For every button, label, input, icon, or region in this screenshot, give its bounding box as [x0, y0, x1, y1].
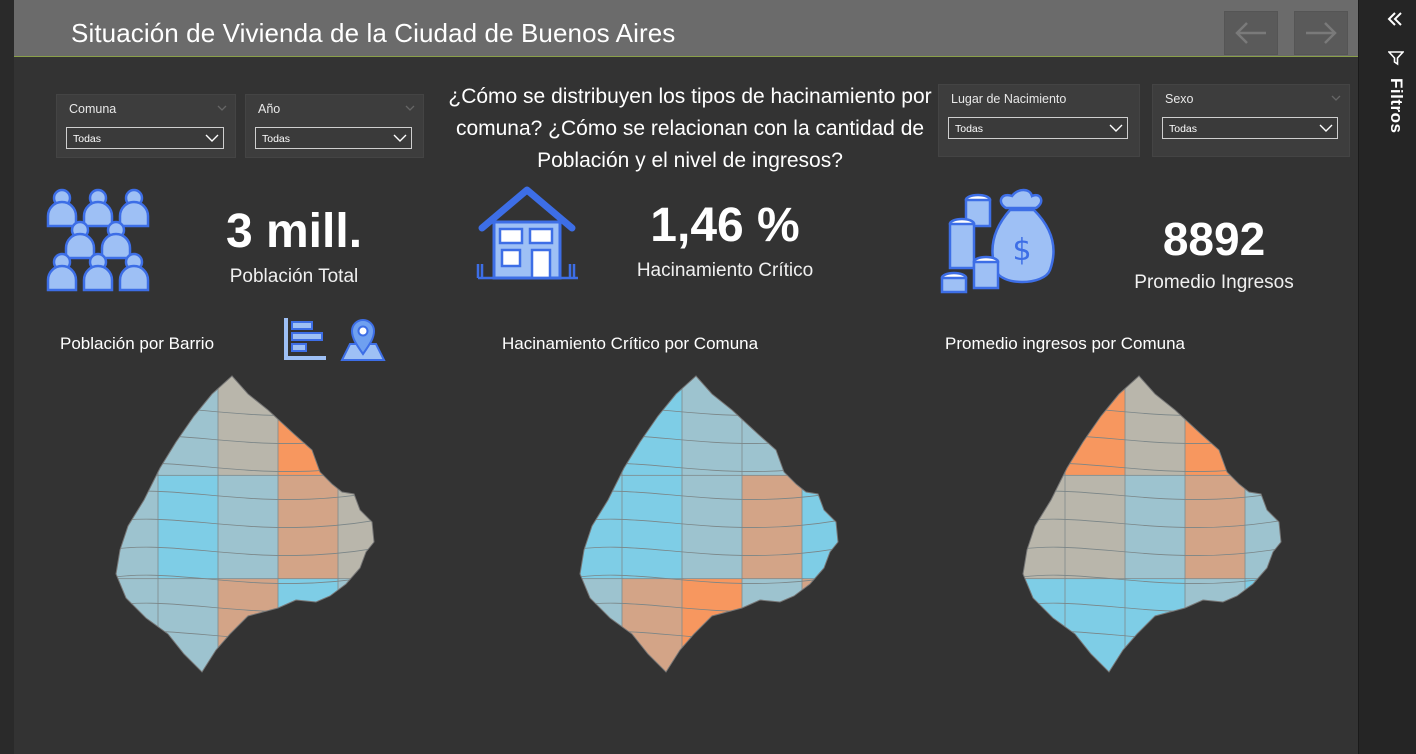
report-page: Situación de Vivienda de la Ciudad de Bu… — [0, 0, 1416, 754]
hacinamiento-map-title: Hacinamiento Crítico por Comuna — [502, 334, 759, 353]
house-icon — [476, 186, 578, 280]
comuna-dropdown-value: Todas — [73, 133, 102, 145]
forward-button[interactable] — [1294, 11, 1348, 55]
people-group-icon — [46, 188, 150, 292]
chevron-down-icon — [1319, 124, 1333, 132]
title-bar: Situación de Vivienda de la Ciudad de Bu… — [14, 0, 1358, 57]
map-region[interactable] — [337, 578, 398, 682]
ingresos-kpi-label: Promedio Ingresos — [1134, 272, 1294, 293]
map-boundary — [116, 627, 374, 640]
map-region[interactable] — [562, 372, 624, 477]
chevron-down-icon — [1331, 95, 1341, 101]
report-question: ¿Cómo se distribuyen los tipos de hacina… — [448, 85, 932, 172]
map-region[interactable] — [1244, 474, 1305, 581]
svg-text:$: $ — [1012, 233, 1031, 268]
map-region[interactable] — [621, 578, 684, 682]
poblacion-kpi-value: 3 mill. — [225, 205, 363, 258]
poblacion-barrio-map[interactable] — [98, 372, 398, 682]
map-region[interactable] — [1244, 372, 1305, 477]
map-region[interactable] — [217, 578, 280, 682]
hacinamiento-kpi-label: Hacinamiento Crítico — [636, 260, 814, 281]
comuna-slicer[interactable]: Comuna Todas — [56, 94, 236, 158]
map-region[interactable] — [1184, 372, 1247, 477]
map-region[interactable] — [98, 578, 160, 682]
ingresos-map-title: Promedio ingresos por Comuna — [945, 334, 1186, 353]
map-region[interactable] — [337, 474, 398, 581]
anio-dropdown[interactable]: Todas — [255, 127, 412, 149]
funnel-icon — [1388, 51, 1404, 66]
ingresos-comuna-map[interactable] — [1005, 372, 1305, 682]
chevron-down-icon — [405, 105, 415, 111]
map-region[interactable] — [217, 372, 280, 477]
sexo-slicer[interactable]: Sexo Todas — [1152, 84, 1350, 157]
map-region[interactable] — [1005, 578, 1067, 682]
chevron-down-icon — [217, 105, 227, 111]
arrow-right-icon — [1306, 22, 1337, 44]
bar-chart-icon[interactable] — [282, 316, 328, 362]
map-region[interactable] — [1064, 474, 1127, 581]
map-boundary — [1023, 627, 1281, 640]
sexo-slicer-label: Sexo — [1165, 92, 1194, 106]
chevron-down-icon — [393, 134, 407, 142]
map-region[interactable] — [277, 372, 340, 477]
map-region[interactable] — [1124, 578, 1187, 682]
map-region[interactable] — [801, 474, 862, 581]
anio-dropdown-value: Todas — [262, 133, 291, 145]
comuna-dropdown[interactable]: Todas — [66, 127, 224, 149]
map-region[interactable] — [681, 578, 744, 682]
map-region[interactable] — [562, 578, 624, 682]
map-region[interactable] — [98, 372, 160, 477]
map-region[interactable] — [157, 578, 220, 682]
lugar-nacimiento-slicer-label: Lugar de Nacimiento — [951, 92, 1067, 106]
double-chevron-left-icon[interactable] — [1385, 9, 1405, 29]
lugar-nacimiento-slicer[interactable]: Lugar de Nacimiento Todas — [938, 84, 1140, 157]
back-button[interactable] — [1224, 11, 1278, 55]
page-title: Situación de Vivienda de la Ciudad de Bu… — [71, 18, 676, 48]
sexo-dropdown-value: Todas — [1169, 123, 1198, 135]
map-region[interactable] — [1064, 578, 1127, 682]
anio-slicer-label: Año — [258, 102, 281, 116]
money-bag-icon: $ — [940, 188, 1055, 294]
map-region[interactable] — [277, 578, 340, 682]
chevron-down-icon — [205, 134, 219, 142]
map-region[interactable] — [741, 372, 804, 477]
sexo-dropdown[interactable]: Todas — [1162, 117, 1338, 139]
map-pin-icon[interactable] — [340, 316, 386, 362]
arrow-left-icon — [1235, 22, 1266, 44]
chevron-down-icon — [1109, 124, 1123, 132]
poblacion-kpi-label: Población Total — [229, 266, 359, 287]
hacinamiento-kpi-value: 1,46 % — [650, 199, 800, 252]
map-region[interactable] — [741, 578, 804, 682]
lugar-nacimiento-dropdown-value: Todas — [955, 123, 984, 135]
ingresos-kpi-value: 8892 — [1162, 213, 1266, 265]
map-region[interactable] — [1244, 578, 1305, 682]
map-region[interactable] — [801, 578, 862, 682]
filters-pane-label[interactable]: Filtros — [1386, 78, 1406, 133]
left-rail — [0, 0, 14, 754]
map-region[interactable] — [1005, 372, 1067, 477]
map-boundary — [580, 627, 838, 640]
poblacion-map-title: Población por Barrio — [60, 334, 215, 353]
hacinamiento-comuna-map[interactable] — [562, 372, 862, 682]
map-region[interactable] — [1124, 372, 1187, 477]
map-region[interactable] — [337, 372, 398, 477]
map-region[interactable] — [681, 372, 744, 477]
map-region[interactable] — [157, 474, 220, 581]
map-region[interactable] — [801, 372, 862, 477]
report-canvas: Situación de Vivienda de la Ciudad de Bu… — [14, 0, 1358, 754]
map-region[interactable] — [1184, 578, 1247, 682]
comuna-slicer-label: Comuna — [69, 102, 117, 116]
lugar-nacimiento-dropdown[interactable]: Todas — [948, 117, 1128, 139]
anio-slicer[interactable]: Año Todas — [245, 94, 424, 158]
map-region[interactable] — [621, 474, 684, 581]
